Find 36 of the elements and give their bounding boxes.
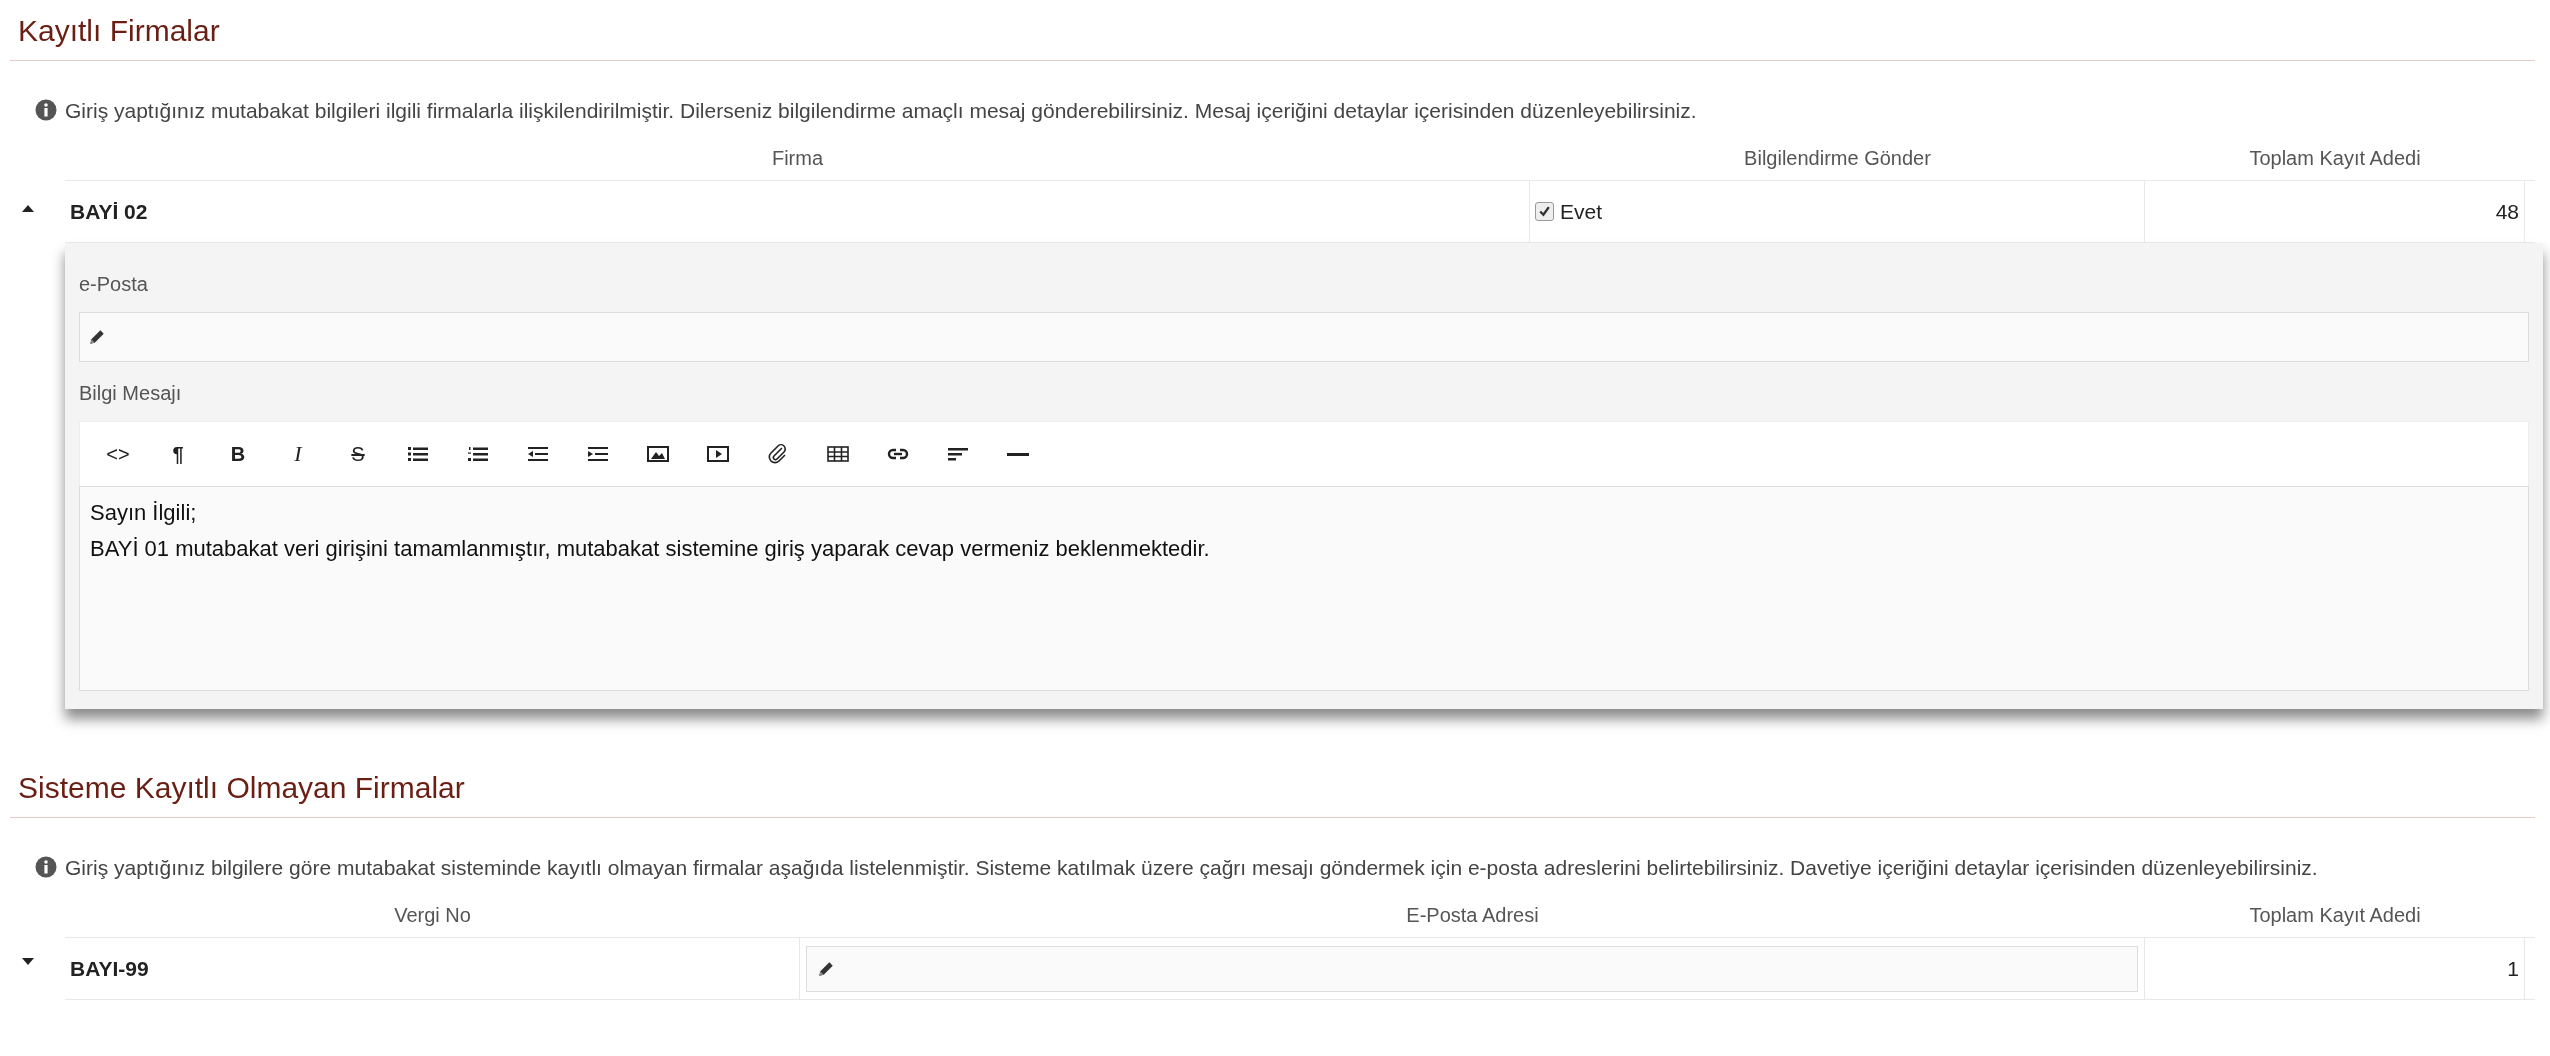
column-header: Firma: [770, 146, 825, 171]
table-cell: BAYİ 02: [65, 181, 1530, 242]
strike-button[interactable]: S: [328, 430, 388, 478]
column-header: E-Posta Adresi: [1405, 903, 1540, 928]
info-text: Giriş yaptığınız bilgilere göre mutabakat sisteminde kayıtlı olmayan firmalar aşağıda listelenmiştir. Sisteme katılmak üzere çağrı mesajı göndermek için e-posta adreslerini belirtebilirsiniz. Davetiye içeriğini detaylar içerisinden düzenleyebilirsiniz.: [65, 855, 2318, 881]
section-title: Kayıtlı Firmalar: [10, 0, 2535, 61]
horizontal-rule-icon: [1006, 452, 1030, 456]
message-line: Sayın İlgili;: [90, 499, 198, 527]
pencil-icon: [88, 328, 106, 346]
check-icon: [1538, 205, 1551, 218]
column-header: Bilgilendirme Gönder: [1743, 146, 1932, 171]
email-input-field[interactable]: [79, 312, 2529, 362]
message-editor[interactable]: Sayın İlgili; BAYİ 01 mutabakat veri girişini tamamlanmıştır, mutabakat sistemine giriş yaparak cevap vermeniz beklenmektedir.: [79, 486, 2529, 691]
message-line: BAYİ 01 mutabakat veri girişini tamamlanmıştır, mutabakat sistemine giriş yaparak cevap vermeniz beklenmektedir.: [90, 535, 1211, 563]
info-icon: [35, 856, 57, 878]
italic-button[interactable]: I: [268, 430, 328, 478]
field-label: Bilgi Mesajı: [79, 381, 183, 406]
bold-button[interactable]: B: [208, 430, 268, 478]
table-cell: BAYI-99: [65, 938, 800, 999]
column-header: Toplam Kayıt Adedi: [2248, 146, 2422, 171]
section-title: Sisteme Kayıtlı Olmayan Firmalar: [10, 757, 2535, 818]
pencil-icon: [817, 959, 835, 978]
email-input-field[interactable]: [806, 945, 2138, 992]
checkbox[interactable]: [1535, 202, 1554, 221]
table-cell: 48: [2145, 181, 2525, 242]
column-header: Vergi No: [393, 903, 472, 928]
glyph-button[interactable]: ¶: [148, 430, 208, 478]
collapse-caret-icon[interactable]: [22, 205, 34, 212]
code-button[interactable]: <>: [88, 430, 148, 478]
table-cell: 1: [2145, 938, 2525, 999]
info-text: Giriş yaptığınız mutabakat bilgileri ilgili firmalarla ilişkilendirilmiştir. Dilerseniz bilgilendirme amaçlı mesaj gönderebilirsiniz. Mesaj içeriğini detaylar içerisinden düzenleyebilirsiniz.: [65, 98, 1697, 124]
expand-caret-icon[interactable]: [22, 958, 34, 965]
checkbox-label: Evet: [1560, 199, 1603, 224]
field-label: e-Posta: [79, 272, 149, 297]
column-header: Toplam Kayıt Adedi: [2248, 903, 2422, 928]
info-icon: [35, 99, 57, 121]
